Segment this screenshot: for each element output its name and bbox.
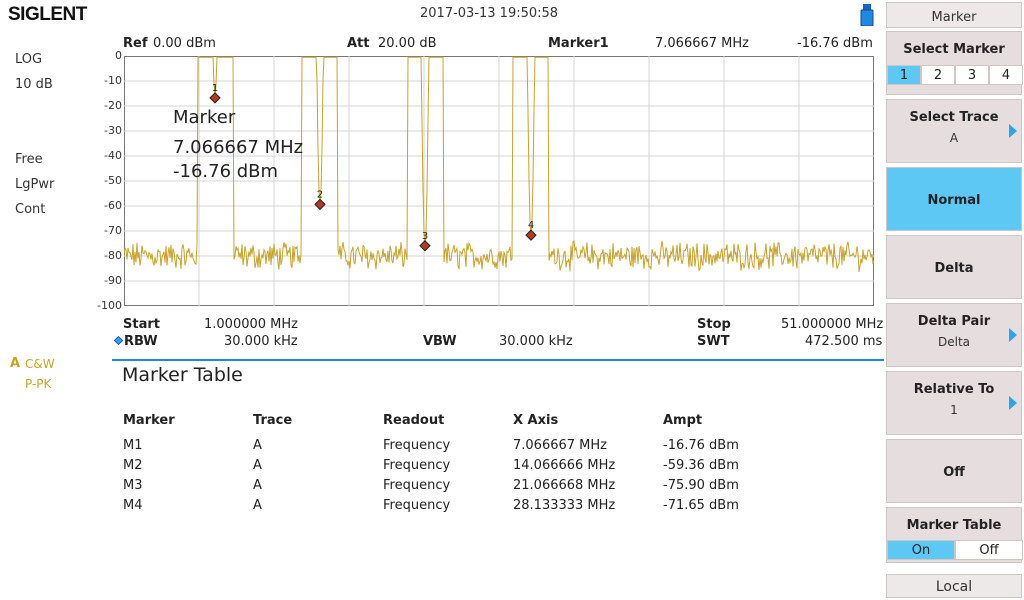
marker-readout-title: Marker	[173, 107, 236, 128]
local-key[interactable]: Local	[886, 574, 1022, 598]
average-type: LgPwr	[15, 177, 55, 192]
att-label: Att	[347, 36, 370, 51]
marker-table-cell: 21.066668 MHz	[513, 478, 616, 493]
scale-type: LOG	[15, 52, 43, 67]
y-tick-label: -30	[104, 124, 122, 137]
marker-number-label: 1	[212, 83, 218, 94]
divider	[112, 359, 884, 361]
marker-table-cell: A	[253, 458, 262, 473]
delta-pair-key[interactable]: Delta Pair Delta	[886, 303, 1022, 367]
col-header-readout: Readout	[383, 413, 445, 428]
marker-table-cell: Frequency	[383, 438, 451, 453]
marker-table-cell: Frequency	[383, 478, 451, 493]
ref-value: 0.00 dBm	[153, 36, 216, 51]
swt-value: 472.500 ms	[805, 334, 883, 349]
marker-table-cell: A	[253, 438, 262, 453]
submenu-arrow-icon	[1009, 328, 1017, 342]
marker-table-cell: -75.90 dBm	[663, 478, 739, 493]
start-label: Start	[123, 317, 160, 332]
marker-number-label: 3	[422, 231, 428, 242]
y-tick-label: -40	[104, 149, 122, 162]
marker-table-cell: Frequency	[383, 458, 451, 473]
brand-logo: SIGLENT	[8, 4, 87, 25]
col-header-marker: Marker	[123, 413, 175, 428]
sweep-mode: Cont	[15, 202, 46, 217]
vbw-value: 30.000 kHz	[499, 334, 573, 349]
marker-table-cell: 7.066667 MHz	[513, 438, 607, 453]
marker-table-off[interactable]: Off	[955, 540, 1023, 560]
att-value: 20.00 dB	[378, 36, 437, 51]
marker-table-cell: A	[253, 498, 262, 513]
y-tick-label: 0	[115, 49, 122, 62]
marker-table-cell: -16.76 dBm	[663, 438, 739, 453]
marker-label: Marker1	[548, 36, 609, 51]
y-tick-label: -80	[104, 249, 122, 262]
marker-table-title: Marker Table	[122, 364, 243, 386]
submenu-arrow-icon	[1009, 396, 1017, 410]
trigger-mode: Free	[15, 152, 43, 167]
detector-mode: P-PK	[25, 377, 52, 391]
marker-table-cell: M4	[123, 498, 143, 513]
marker-number-label: 4	[528, 220, 534, 231]
marker-table-cell: 14.066666 MHz	[513, 458, 616, 473]
marker-option-4[interactable]: 4	[989, 65, 1023, 85]
scale-div: 10 dB	[15, 77, 53, 92]
marker-table-cell: -71.65 dBm	[663, 498, 739, 513]
marker-ampt: -16.76 dBm	[797, 36, 873, 51]
marker-option-1[interactable]: 1	[887, 65, 921, 85]
col-header-trace: Trace	[253, 413, 293, 428]
select-marker-key[interactable]: Select Marker 1 2 3 4	[886, 31, 1023, 95]
marker-option-2[interactable]: 2	[921, 65, 955, 85]
y-tick-label: -10	[104, 74, 122, 87]
menu-title: Marker	[886, 2, 1022, 28]
marker-freq: 7.066667 MHz	[655, 36, 749, 51]
marker-table-cell: A	[253, 478, 262, 493]
delta-key[interactable]: Delta	[886, 235, 1022, 299]
stop-value: 51.000000 MHz	[781, 317, 884, 332]
marker-table-cell: M2	[123, 458, 143, 473]
marker-table-on[interactable]: On	[887, 540, 955, 560]
y-tick-label: -90	[104, 274, 122, 287]
ref-label: Ref	[123, 36, 148, 51]
select-trace-key[interactable]: Select Trace A	[886, 99, 1022, 163]
swt-label: SWT	[697, 334, 730, 349]
rbw-diamond-icon	[114, 336, 123, 345]
col-header-x-axis: X Axis	[513, 413, 559, 428]
marker-table-toggle: On Off	[887, 540, 1023, 560]
marker-table-cell: M3	[123, 478, 143, 493]
marker-table-cell: 28.133333 MHz	[513, 498, 616, 513]
rbw-label: RBW	[124, 334, 158, 349]
start-value: 1.000000 MHz	[204, 317, 298, 332]
marker-readout-ampt: -16.76 dBm	[173, 161, 279, 182]
date-time: 2017-03-13 19:50:58	[420, 6, 559, 21]
y-tick-label: -100	[97, 299, 122, 312]
off-key[interactable]: Off	[886, 439, 1022, 503]
relative-to-key[interactable]: Relative To 1	[886, 371, 1022, 435]
y-tick-label: -50	[104, 174, 122, 187]
rbw-value: 30.000 kHz	[224, 334, 298, 349]
usb-icon	[860, 4, 874, 26]
marker-selector: 1 2 3 4	[887, 65, 1023, 85]
vbw-label: VBW	[423, 334, 457, 349]
y-tick-label: -70	[104, 224, 122, 237]
marker-number-label: 2	[317, 189, 323, 200]
normal-key[interactable]: Normal	[886, 167, 1022, 231]
marker-table-key[interactable]: Marker Table On Off	[886, 507, 1023, 563]
y-tick-label: -60	[104, 199, 122, 212]
stop-label: Stop	[697, 317, 731, 332]
softkey-panel: Marker Select Marker 1 2 3 4 Select Trac…	[886, 0, 1024, 600]
col-header-ampt: Ampt	[663, 413, 703, 428]
marker-table-cell: Frequency	[383, 498, 451, 513]
trace-letter: A	[10, 356, 21, 371]
trace-mode: C&W	[25, 357, 55, 371]
submenu-arrow-icon	[1009, 124, 1017, 138]
marker-table-cell: -59.36 dBm	[663, 458, 739, 473]
marker-table-cell: M1	[123, 438, 143, 453]
y-tick-label: -20	[104, 99, 122, 112]
marker-option-3[interactable]: 3	[955, 65, 989, 85]
marker-readout-freq: 7.066667 MHz	[173, 137, 304, 158]
